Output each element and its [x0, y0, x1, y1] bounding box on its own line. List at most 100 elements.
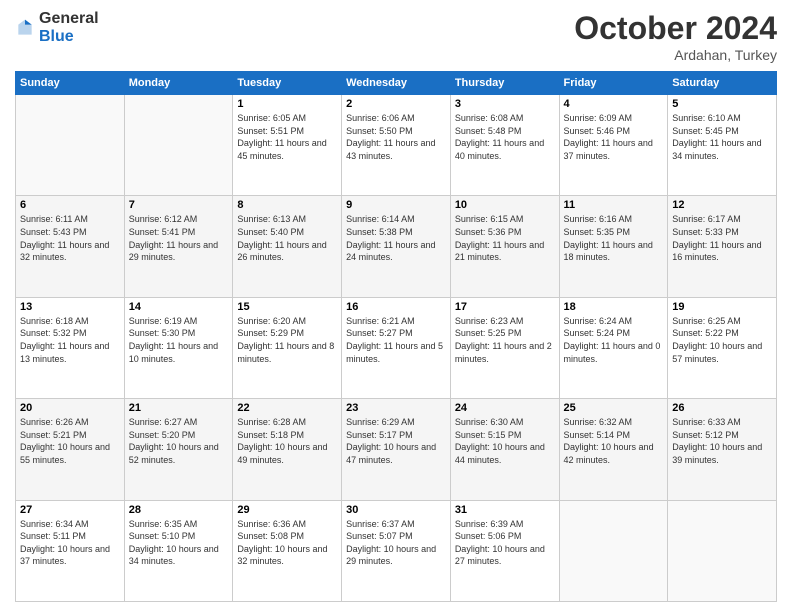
- calendar-day-header: Saturday: [668, 72, 777, 95]
- calendar-week-row: 6 Sunrise: 6:11 AMSunset: 5:43 PMDaylight…: [16, 196, 777, 297]
- calendar-day-cell: 25Sunrise: 6:32 AMSunset: 5:14 PMDayligh…: [559, 399, 668, 500]
- day-info: Sunrise: 6:28 AMSunset: 5:18 PMDaylight:…: [237, 416, 337, 466]
- day-info: Sunrise: 6:29 AMSunset: 5:17 PMDaylight:…: [346, 416, 446, 466]
- day-info: Sunrise: 6:20 AMSunset: 5:29 PMDaylight:…: [237, 315, 337, 365]
- calendar-day-cell: [559, 500, 668, 601]
- page-header: General Blue October 2024 Ardahan, Turke…: [15, 10, 777, 63]
- title-block: October 2024 Ardahan, Turkey: [574, 10, 777, 63]
- day-number: 4: [564, 98, 664, 110]
- day-number: 17: [455, 301, 555, 313]
- day-info: Sunrise: 6:35 AMSunset: 5:10 PMDaylight:…: [129, 518, 229, 568]
- calendar-week-row: 27Sunrise: 6:34 AMSunset: 5:11 PMDayligh…: [16, 500, 777, 601]
- calendar-day-cell: 8 Sunrise: 6:13 AMSunset: 5:40 PMDaylight…: [233, 196, 342, 297]
- calendar-day-header: Monday: [124, 72, 233, 95]
- day-number: 21: [129, 402, 229, 414]
- day-number: 26: [672, 402, 772, 414]
- day-info: Sunrise: 6:26 AMSunset: 5:21 PMDaylight:…: [20, 416, 120, 466]
- logo-icon: [15, 18, 35, 38]
- day-number: 11: [564, 199, 664, 211]
- day-info: Sunrise: 6:12 AMSunset: 5:41 PMDaylight:…: [129, 213, 229, 263]
- day-number: 2: [346, 98, 446, 110]
- day-info: Sunrise: 6:05 AMSunset: 5:51 PMDaylight:…: [237, 112, 337, 162]
- day-number: 3: [455, 98, 555, 110]
- calendar-week-row: 13 Sunrise: 6:18 AMSunset: 5:32 PMDayligh…: [16, 297, 777, 398]
- calendar-day-header: Wednesday: [342, 72, 451, 95]
- day-number: 7: [129, 199, 229, 211]
- calendar-day-cell: 20 Sunrise: 6:26 AMSunset: 5:21 PMDayligh…: [16, 399, 125, 500]
- calendar-day-cell: 1 Sunrise: 6:05 AMSunset: 5:51 PMDaylight…: [233, 95, 342, 196]
- day-info: Sunrise: 6:30 AMSunset: 5:15 PMDaylight:…: [455, 416, 555, 466]
- calendar-day-cell: [124, 95, 233, 196]
- day-number: 5: [672, 98, 772, 110]
- calendar-day-cell: 16Sunrise: 6:21 AMSunset: 5:27 PMDayligh…: [342, 297, 451, 398]
- day-info: Sunrise: 6:24 AMSunset: 5:24 PMDaylight:…: [564, 315, 664, 365]
- day-number: 19: [672, 301, 772, 313]
- day-info: Sunrise: 6:06 AMSunset: 5:50 PMDaylight:…: [346, 112, 446, 162]
- calendar-day-cell: 10 Sunrise: 6:15 AMSunset: 5:36 PMDayligh…: [450, 196, 559, 297]
- calendar-day-cell: 3Sunrise: 6:08 AMSunset: 5:48 PMDaylight…: [450, 95, 559, 196]
- calendar-day-cell: 15 Sunrise: 6:20 AMSunset: 5:29 PMDayligh…: [233, 297, 342, 398]
- day-number: 23: [346, 402, 446, 414]
- day-info: Sunrise: 6:09 AMSunset: 5:46 PMDaylight:…: [564, 112, 664, 162]
- day-number: 6: [20, 199, 120, 211]
- day-info: Sunrise: 6:23 AMSunset: 5:25 PMDaylight:…: [455, 315, 555, 365]
- calendar-day-cell: 7 Sunrise: 6:12 AMSunset: 5:41 PMDaylight…: [124, 196, 233, 297]
- day-number: 10: [455, 199, 555, 211]
- calendar-body: 1 Sunrise: 6:05 AMSunset: 5:51 PMDaylight…: [16, 95, 777, 602]
- calendar-day-cell: 26 Sunrise: 6:33 AMSunset: 5:12 PMDayligh…: [668, 399, 777, 500]
- day-info: Sunrise: 6:16 AMSunset: 5:35 PMDaylight:…: [564, 213, 664, 263]
- day-number: 8: [237, 199, 337, 211]
- calendar-day-cell: 17 Sunrise: 6:23 AMSunset: 5:25 PMDayligh…: [450, 297, 559, 398]
- calendar-day-header: Tuesday: [233, 72, 342, 95]
- logo-general: General: [39, 10, 99, 28]
- day-number: 13: [20, 301, 120, 313]
- day-number: 24: [455, 402, 555, 414]
- calendar-table: SundayMondayTuesdayWednesdayThursdayFrid…: [15, 71, 777, 602]
- day-info: Sunrise: 6:19 AMSunset: 5:30 PMDaylight:…: [129, 315, 229, 365]
- calendar-day-cell: 30Sunrise: 6:37 AMSunset: 5:07 PMDayligh…: [342, 500, 451, 601]
- logo-blue: Blue: [39, 28, 99, 46]
- day-number: 12: [672, 199, 772, 211]
- day-info: Sunrise: 6:27 AMSunset: 5:20 PMDaylight:…: [129, 416, 229, 466]
- calendar-day-cell: 6 Sunrise: 6:11 AMSunset: 5:43 PMDaylight…: [16, 196, 125, 297]
- location-subtitle: Ardahan, Turkey: [574, 47, 777, 63]
- day-number: 18: [564, 301, 664, 313]
- calendar-day-cell: 24 Sunrise: 6:30 AMSunset: 5:15 PMDayligh…: [450, 399, 559, 500]
- day-info: Sunrise: 6:21 AMSunset: 5:27 PMDaylight:…: [346, 315, 446, 365]
- day-info: Sunrise: 6:10 AMSunset: 5:45 PMDaylight:…: [672, 112, 772, 162]
- calendar-day-cell: 4 Sunrise: 6:09 AMSunset: 5:46 PMDaylight…: [559, 95, 668, 196]
- day-number: 20: [20, 402, 120, 414]
- day-info: Sunrise: 6:11 AMSunset: 5:43 PMDaylight:…: [20, 213, 120, 263]
- day-number: 29: [237, 504, 337, 516]
- day-number: 22: [237, 402, 337, 414]
- calendar-day-cell: 14Sunrise: 6:19 AMSunset: 5:30 PMDayligh…: [124, 297, 233, 398]
- calendar-day-cell: 29 Sunrise: 6:36 AMSunset: 5:08 PMDayligh…: [233, 500, 342, 601]
- calendar-day-cell: 31Sunrise: 6:39 AMSunset: 5:06 PMDayligh…: [450, 500, 559, 601]
- calendar-header-row: SundayMondayTuesdayWednesdayThursdayFrid…: [16, 72, 777, 95]
- calendar-day-cell: 28 Sunrise: 6:35 AMSunset: 5:10 PMDayligh…: [124, 500, 233, 601]
- calendar-day-header: Thursday: [450, 72, 559, 95]
- day-info: Sunrise: 6:36 AMSunset: 5:08 PMDaylight:…: [237, 518, 337, 568]
- day-info: Sunrise: 6:14 AMSunset: 5:38 PMDaylight:…: [346, 213, 446, 263]
- calendar-day-cell: 11 Sunrise: 6:16 AMSunset: 5:35 PMDayligh…: [559, 196, 668, 297]
- calendar-day-cell: 23 Sunrise: 6:29 AMSunset: 5:17 PMDayligh…: [342, 399, 451, 500]
- logo: General Blue: [15, 10, 99, 45]
- day-info: Sunrise: 6:13 AMSunset: 5:40 PMDaylight:…: [237, 213, 337, 263]
- calendar-day-cell: 5 Sunrise: 6:10 AMSunset: 5:45 PMDaylight…: [668, 95, 777, 196]
- calendar-week-row: 1 Sunrise: 6:05 AMSunset: 5:51 PMDaylight…: [16, 95, 777, 196]
- day-info: Sunrise: 6:15 AMSunset: 5:36 PMDaylight:…: [455, 213, 555, 263]
- month-title: October 2024: [574, 10, 777, 47]
- calendar-day-cell: 13 Sunrise: 6:18 AMSunset: 5:32 PMDayligh…: [16, 297, 125, 398]
- day-info: Sunrise: 6:17 AMSunset: 5:33 PMDaylight:…: [672, 213, 772, 263]
- day-info: Sunrise: 6:18 AMSunset: 5:32 PMDaylight:…: [20, 315, 120, 365]
- calendar-day-cell: 12 Sunrise: 6:17 AMSunset: 5:33 PMDayligh…: [668, 196, 777, 297]
- day-number: 28: [129, 504, 229, 516]
- day-info: Sunrise: 6:39 AMSunset: 5:06 PMDaylight:…: [455, 518, 555, 568]
- day-number: 1: [237, 98, 337, 110]
- day-number: 15: [237, 301, 337, 313]
- calendar-day-cell: 18 Sunrise: 6:24 AMSunset: 5:24 PMDayligh…: [559, 297, 668, 398]
- calendar-day-cell: 2 Sunrise: 6:06 AMSunset: 5:50 PMDaylight…: [342, 95, 451, 196]
- day-number: 9: [346, 199, 446, 211]
- calendar-day-header: Sunday: [16, 72, 125, 95]
- day-info: Sunrise: 6:33 AMSunset: 5:12 PMDaylight:…: [672, 416, 772, 466]
